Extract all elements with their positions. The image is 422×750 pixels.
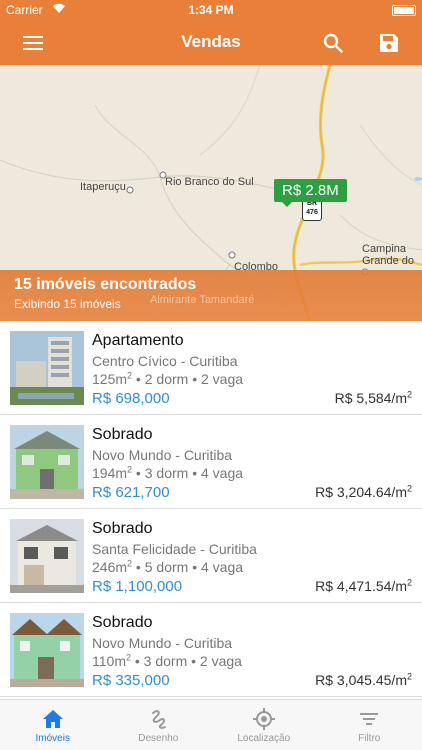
price-per-m2-unit-sup: 2 xyxy=(406,577,412,588)
page-title: Vendas xyxy=(181,32,241,51)
tab-bar: Imóveis Desenho Localização Filtro xyxy=(0,699,422,750)
status-time: 1:34 PM xyxy=(188,3,234,17)
price-per-m2-unit-sup: 2 xyxy=(406,483,412,494)
property-photo xyxy=(10,331,84,405)
list-item[interactable]: Apartamento Centro Cívico - Curitiba 125… xyxy=(0,321,422,415)
property-specs: 194m2 • 3 dorm • 4 vaga xyxy=(92,465,243,481)
property-rooms: • 3 dorm • 2 vaga xyxy=(131,653,242,669)
price-per-m2-value: R$ 5,584/m xyxy=(334,390,407,406)
property-type: Apartamento xyxy=(92,332,184,349)
price-marker[interactable]: R$ 2.8M xyxy=(274,179,347,207)
property-area: 125m xyxy=(92,371,128,387)
property-rooms: • 5 dorm • 4 vaga xyxy=(132,559,244,575)
filter-icon xyxy=(360,713,379,725)
search-icon xyxy=(323,33,343,53)
property-price: R$ 1,100,000 xyxy=(92,578,183,595)
map-label-grande-do: Grande do xyxy=(362,255,414,267)
property-photo xyxy=(10,425,84,499)
tab-localizacao[interactable]: Localização xyxy=(211,700,317,750)
list-item[interactable]: Sobrado Santa Felicidade - Curitiba 246m… xyxy=(0,509,422,603)
price-per-m2-value: R$ 3,204.64/m xyxy=(315,484,407,500)
property-specs: 246m2 • 5 dorm • 4 vaga xyxy=(92,559,243,575)
property-area: 194m xyxy=(92,465,128,481)
property-location: Novo Mundo - Curitiba xyxy=(92,447,233,463)
price-per-m2-unit-sup: 2 xyxy=(406,671,412,682)
map-label-rio-branco: Rio Branco do Sul xyxy=(165,176,254,188)
property-photo xyxy=(10,519,84,593)
search-button[interactable] xyxy=(318,28,348,58)
price-per-m2-unit-sup: 2 xyxy=(406,389,412,400)
property-area: 246m xyxy=(92,559,128,575)
property-list[interactable]: Apartamento Centro Cívico - Curitiba 125… xyxy=(0,321,422,699)
property-type: Sobrado xyxy=(92,614,153,631)
save-icon xyxy=(380,34,398,52)
price-per-m2-value: R$ 4,471.54/m xyxy=(315,578,407,594)
map-label-campina: Campina xyxy=(362,243,407,255)
results-summary: Almirante Tamandaré 15 imóveis encontrad… xyxy=(0,270,422,321)
property-price: R$ 621,700 xyxy=(92,484,170,501)
property-rooms: • 3 dorm • 4 vaga xyxy=(132,465,244,481)
map-label-almirante: Almirante Tamandaré xyxy=(150,294,255,306)
draw-icon xyxy=(152,710,167,729)
navigation-bar: Vendas xyxy=(0,20,422,65)
property-location: Centro Cívico - Curitiba xyxy=(92,353,238,369)
price-per-m2-value: R$ 3,045.45/m xyxy=(315,672,407,688)
tab-label: Localização xyxy=(237,733,291,744)
save-button[interactable] xyxy=(374,28,404,58)
results-count: 15 imóveis encontrados xyxy=(14,276,197,293)
property-specs: 125m2 • 2 dorm • 2 vaga xyxy=(92,371,243,387)
property-location: Santa Felicidade - Curitiba xyxy=(92,541,257,557)
property-photo xyxy=(10,613,84,687)
price-per-m2: R$ 3,204.64/m2 xyxy=(315,484,412,500)
property-rooms: • 2 dorm • 2 vaga xyxy=(132,371,244,387)
list-item[interactable]: Sobrado Novo Mundo - Curitiba 194m2 • 3 … xyxy=(0,415,422,509)
price-per-m2: R$ 5,584/m2 xyxy=(335,390,412,406)
property-price: R$ 335,000 xyxy=(92,672,170,689)
tab-filtro[interactable]: Filtro xyxy=(317,700,422,750)
highway-shield-number: 476 xyxy=(306,209,318,216)
tab-label: Imóveis xyxy=(35,733,70,744)
results-showing: Exibindo 15 imóveis xyxy=(14,297,121,311)
tab-desenho[interactable]: Desenho xyxy=(106,700,212,750)
map-view[interactable]: Itaperuçu Rio Branco do Sul Campina Gran… xyxy=(0,65,422,321)
map-label-itaperucu: Itaperuçu xyxy=(80,181,126,193)
list-item[interactable]: Sobrado Novo Mundo - Curitiba 110m2 • 3 … xyxy=(0,603,422,697)
property-type: Sobrado xyxy=(92,426,153,443)
price-per-m2: R$ 3,045.45/m2 xyxy=(315,672,412,688)
status-bar: Carrier 1:34 PM xyxy=(0,0,422,20)
property-area: 110m xyxy=(92,653,126,669)
location-icon xyxy=(252,708,275,730)
home-icon xyxy=(42,710,63,728)
property-specs: 110m2 • 3 dorm • 2 vaga xyxy=(92,653,242,669)
tab-label: Filtro xyxy=(358,733,381,744)
property-type: Sobrado xyxy=(92,520,153,537)
property-price: R$ 698,000 xyxy=(92,390,170,407)
property-location: Novo Mundo - Curitiba xyxy=(92,635,233,651)
tab-imoveis[interactable]: Imóveis xyxy=(0,700,106,750)
battery-icon xyxy=(392,5,416,16)
tab-label: Desenho xyxy=(138,733,179,744)
price-per-m2: R$ 4,471.54/m2 xyxy=(315,578,412,594)
